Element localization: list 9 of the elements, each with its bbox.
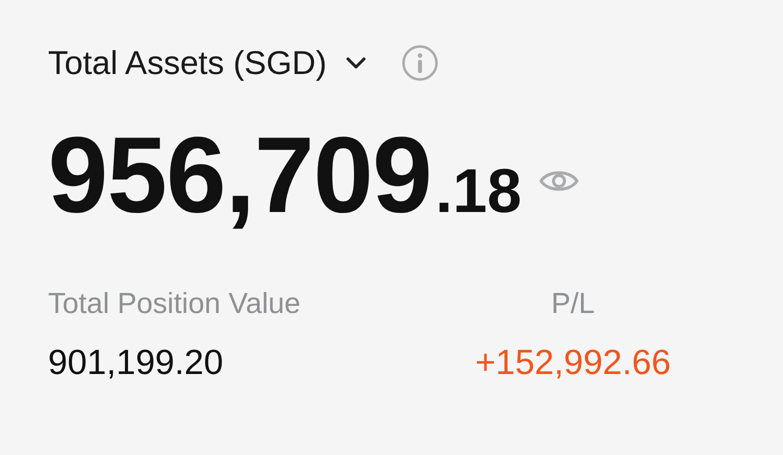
metric-value: 901,199.20 <box>48 343 224 383</box>
info-icon[interactable] <box>400 44 439 82</box>
chevron-down-icon[interactable] <box>344 56 367 70</box>
total-decimals: .18 <box>435 156 522 227</box>
total-amount: 956,709 <box>48 113 432 237</box>
metric-label: Total Position Value <box>48 288 301 321</box>
metric-label: P/L <box>551 288 595 321</box>
metric-value: +152,992.66 <box>475 343 671 383</box>
total-assets-title: Total Assets (SGD) <box>48 44 327 82</box>
